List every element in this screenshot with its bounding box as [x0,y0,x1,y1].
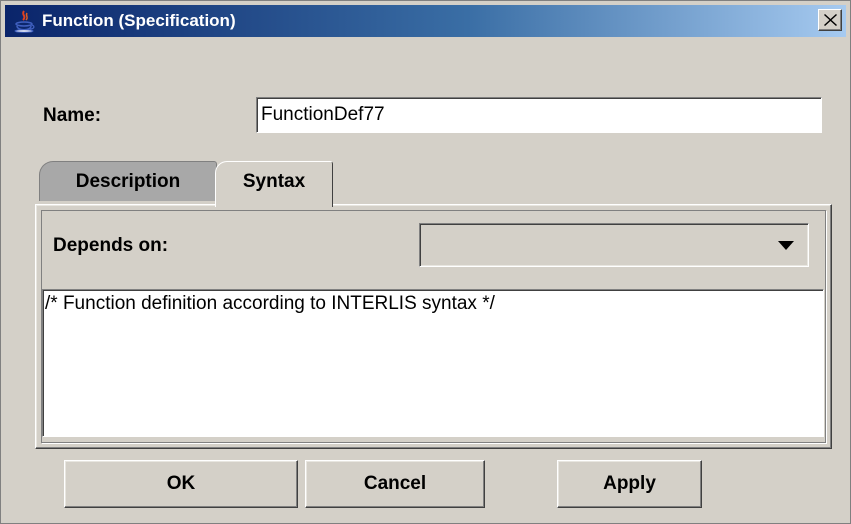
close-button[interactable] [818,9,842,31]
chevron-down-icon [778,241,794,250]
depends-on-label: Depends on: [53,235,169,256]
ok-button[interactable]: OK [64,460,298,508]
java-app-icon [12,9,36,33]
close-icon [824,14,837,26]
syntax-textarea[interactable]: /* Function definition according to INTE… [42,289,824,437]
name-input[interactable]: FunctionDef77 [256,97,822,133]
tab-description[interactable]: Description [39,161,217,201]
name-label: Name: [43,105,102,126]
window-title: Function (Specification) [42,11,236,30]
tab-syntax[interactable]: Syntax [215,161,333,207]
apply-button[interactable]: Apply [557,460,702,508]
cancel-button[interactable]: Cancel [305,460,485,508]
title-bar[interactable]: Function (Specification) [5,5,846,37]
function-specification-dialog: Function (Specification) Name: FunctionD… [0,0,851,524]
depends-on-dropdown[interactable] [419,223,809,267]
